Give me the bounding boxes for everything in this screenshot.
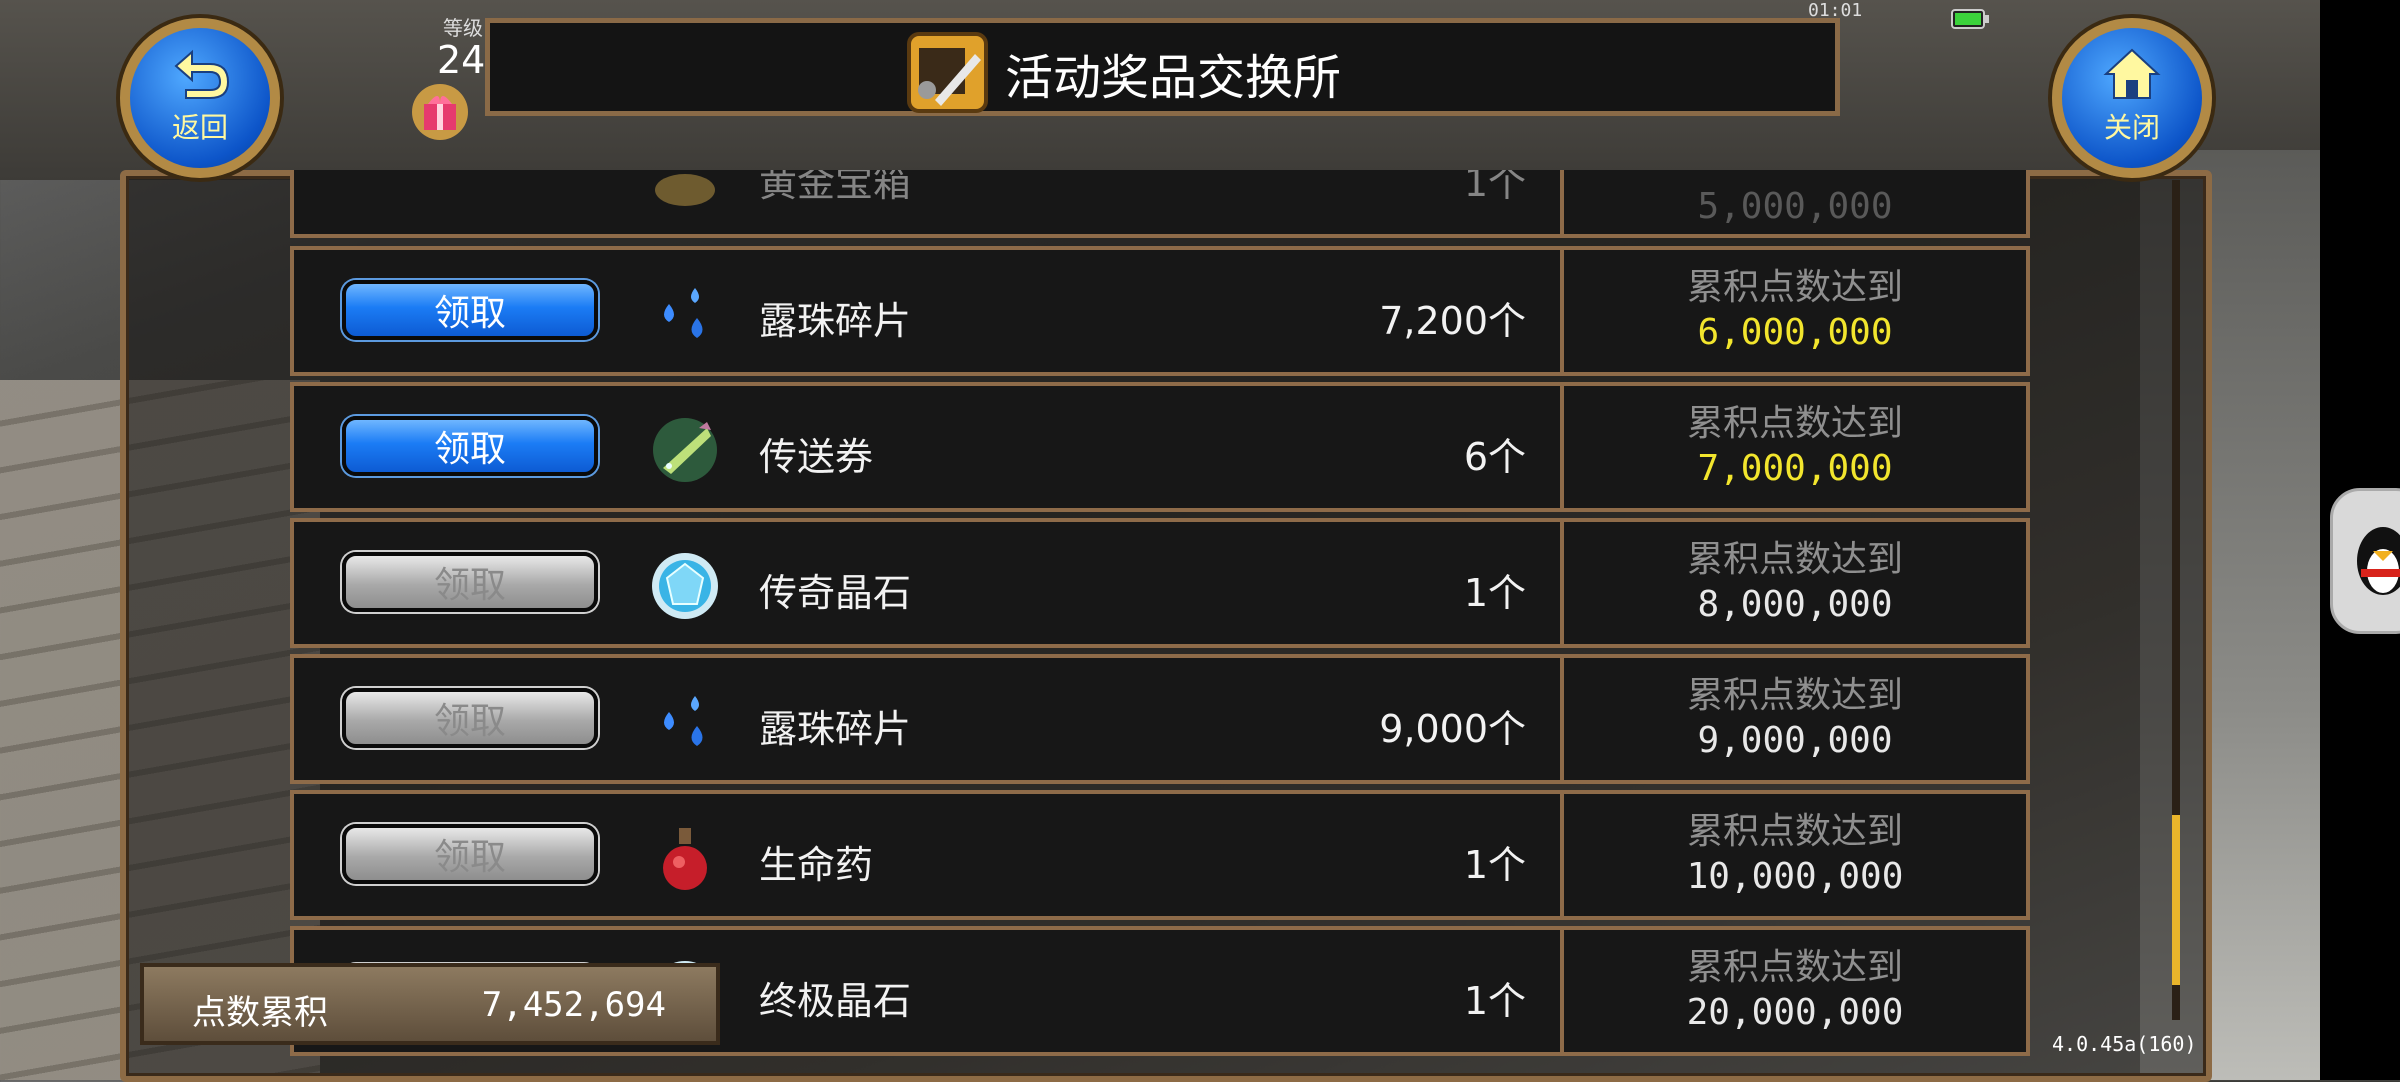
- reward-condition: 累积点数达到 9,000,000: [1564, 674, 2026, 764]
- gift-icon[interactable]: [410, 82, 470, 142]
- reward-name: 露珠碎片: [759, 299, 912, 343]
- condition-label: 累积点数达到: [1686, 811, 1903, 852]
- reward-condition: 5,000,000: [1564, 184, 2026, 230]
- legend-crystal-icon: [652, 553, 718, 619]
- condition-value: 8,000,000: [1697, 584, 1893, 625]
- reward-condition: 累积点数达到 20,000,000: [1564, 946, 2026, 1036]
- reward-qty: 1个: [1463, 170, 1526, 205]
- reward-row: 领取 传奇晶石 1个 累积点数达到 8,000,000: [290, 518, 2030, 648]
- life-potion-icon: [663, 828, 707, 890]
- reward-name: 露珠碎片: [759, 707, 912, 751]
- reward-row: 领取 露珠碎片 7,200个 累积点数达到 6,000,000: [290, 246, 2030, 376]
- condition-label: 累积点数达到: [1686, 403, 1903, 444]
- reward-name: 传奇晶石: [759, 571, 912, 615]
- exchange-shop-icon: [907, 32, 988, 113]
- reward-name: 终极晶石: [759, 979, 912, 1023]
- reward-row: 领取 露珠碎片 9,000个 累积点数达到 9,000,000: [290, 654, 2030, 784]
- condition-value: 6,000,000: [1697, 312, 1893, 353]
- scrollbar-thumb[interactable]: [2172, 815, 2180, 985]
- close-button[interactable]: 关闭: [2052, 18, 2212, 178]
- claim-button[interactable]: 领取: [342, 280, 598, 340]
- points-accumulated-panel: 点数累积 7,452,694: [140, 963, 720, 1045]
- condition-value: 7,000,000: [1697, 448, 1893, 489]
- reward-name: 生命药: [759, 843, 874, 887]
- home-icon: [2103, 48, 2161, 99]
- reward-condition: 累积点数达到 7,000,000: [1564, 402, 2026, 492]
- penguin-icon: [2357, 527, 2400, 595]
- condition-value: 5,000,000: [1697, 186, 1893, 227]
- condition-value: 9,000,000: [1697, 720, 1893, 761]
- condition-value: 10,000,000: [1686, 856, 1904, 897]
- back-arrow-icon: [174, 49, 230, 99]
- dew-fragment-icon: [664, 696, 703, 746]
- condition-label: 累积点数达到: [1686, 539, 1903, 580]
- side-floating-tab[interactable]: [2330, 488, 2400, 634]
- claim-button[interactable]: 领取: [342, 688, 598, 748]
- level-label: 等级: [443, 16, 483, 40]
- version-label: 4.0.45a(160): [2052, 1032, 2197, 1056]
- reward-condition: 累积点数达到 8,000,000: [1564, 538, 2026, 628]
- reward-qty: 6个: [1463, 435, 1526, 479]
- condition-label: 累积点数达到: [1686, 675, 1903, 716]
- reward-qty: 1个: [1463, 979, 1526, 1023]
- reward-condition: 累积点数达到 10,000,000: [1564, 810, 2026, 900]
- reward-qty: 1个: [1463, 571, 1526, 615]
- reward-name: 黄金宝箱: [759, 170, 912, 205]
- condition-label: 累积点数达到: [1686, 947, 1903, 988]
- reward-qty: 9,000个: [1379, 707, 1526, 751]
- page-title: 活动奖品交换所: [1005, 50, 1342, 106]
- reward-qty: 1个: [1463, 843, 1526, 887]
- reward-row: 领取 生命药 1个 累积点数达到 10,000,000: [290, 790, 2030, 920]
- claim-button[interactable]: 领取: [342, 824, 598, 884]
- reward-row: 黄金宝箱 1个 5,000,000: [290, 170, 2030, 238]
- claim-button[interactable]: 领取: [342, 416, 598, 476]
- back-label: 返回: [171, 111, 228, 144]
- points-label: 点数累积: [192, 993, 328, 1033]
- points-value: 7,452,694: [481, 985, 666, 1025]
- condition-label: 累积点数达到: [1686, 267, 1903, 308]
- reward-condition: 累积点数达到 6,000,000: [1564, 266, 2026, 356]
- back-button[interactable]: 返回: [120, 18, 280, 178]
- reward-list[interactable]: 黄金宝箱 1个 5,000,000 领取 露珠碎片 7,200个 累积点数达到 …: [290, 170, 2030, 1060]
- gold-item-icon: [655, 174, 715, 206]
- claim-button[interactable]: 领取: [342, 552, 598, 612]
- level-value: 24: [437, 38, 486, 82]
- close-label: 关闭: [2103, 111, 2160, 144]
- dew-fragment-icon: [664, 288, 703, 338]
- battery-icon: [1951, 9, 1989, 29]
- reward-qty: 7,200个: [1379, 299, 1526, 343]
- teleport-ticket-icon: [653, 418, 717, 482]
- reward-row: 领取 传送券 6个 累积点数达到 7,000,000: [290, 382, 2030, 512]
- reward-name: 传送券: [759, 435, 874, 479]
- status-clock: 01:01: [1808, 0, 1863, 21]
- condition-value: 20,000,000: [1686, 992, 1904, 1033]
